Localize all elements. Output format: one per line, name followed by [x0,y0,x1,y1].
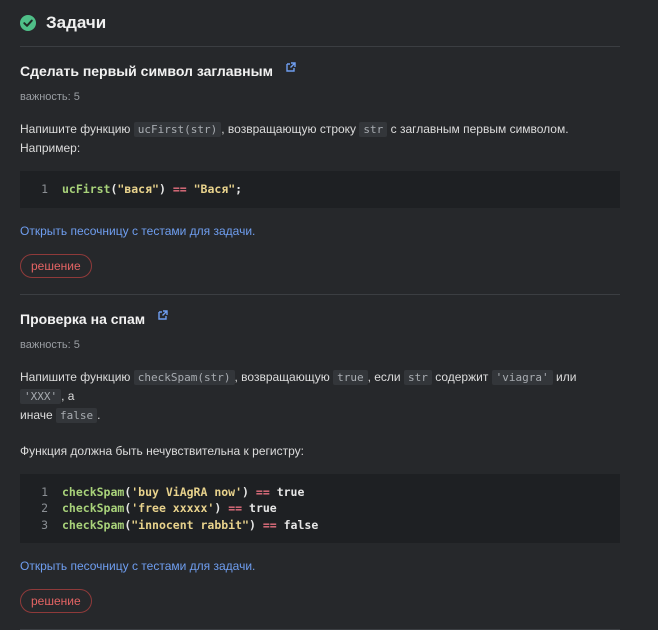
check-circle-icon [20,15,36,31]
external-link-icon[interactable] [285,61,297,73]
page-title: Задачи [46,13,106,33]
line-number: 1 [20,181,62,198]
code-line: 3 checkSpam("innocent rabbit") == false [20,517,620,534]
inline-code: false [56,408,97,423]
task-card: Сделать первый символ заглавным важность… [20,47,620,295]
inline-code: ucFirst(str) [134,122,221,137]
code-block: 1 checkSpam('buy ViAgRA now') == true 2 … [20,474,620,544]
solution-button[interactable]: решение [20,254,92,278]
importance-label: важность: 5 [20,91,620,103]
inline-code: 'XXX' [20,389,61,404]
sandbox-link[interactable]: Открыть песочницу с тестами для задачи. [20,224,620,238]
section-header: Задачи [20,0,620,46]
solution-button[interactable]: решение [20,589,92,613]
code-line: 1 checkSpam('buy ViAgRA now') == true [20,484,620,501]
inline-code: checkSpam(str) [134,370,235,385]
inline-code: str [359,122,387,137]
line-number: 3 [20,517,62,534]
task-title: Сделать первый символ заглавным [20,63,273,79]
inline-code: str [404,370,432,385]
line-number: 1 [20,484,62,501]
importance-label: важность: 5 [20,339,620,351]
task-title: Проверка на спам [20,311,145,327]
code-block: 1 ucFirst("вася") == "Вася"; [20,171,620,208]
task-card: Проверка на спам важность: 5 Напишите фу… [20,295,620,630]
inline-code: 'viagra' [492,370,553,385]
code-line: 1 ucFirst("вася") == "Вася"; [20,181,620,198]
task-description: Напишите функцию ucFirst(str), возвращаю… [20,120,620,157]
inline-code: true [333,370,368,385]
external-link-icon[interactable] [157,309,169,321]
task-description: Напишите функцию checkSpam(str), возвращ… [20,368,620,425]
code-line: 2 checkSpam('free xxxxx') == true [20,500,620,517]
task-note: Функция должна быть нечувствительна к ре… [20,442,620,460]
line-number: 2 [20,500,62,517]
sandbox-link[interactable]: Открыть песочницу с тестами для задачи. [20,559,620,573]
